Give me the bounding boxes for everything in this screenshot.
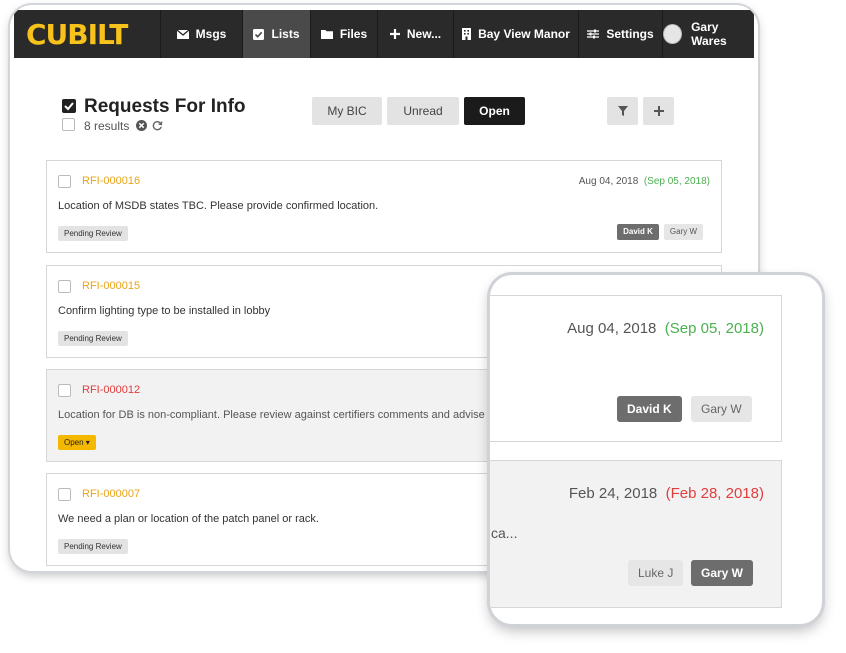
rfi-checkbox[interactable] — [58, 384, 71, 397]
envelope-icon — [176, 29, 189, 39]
rfi-description: Confirm lighting type to be installed in… — [58, 305, 271, 317]
status-badge: Pending Review — [58, 331, 128, 346]
plus-icon — [389, 29, 400, 39]
result-count: 8 results — [84, 119, 130, 133]
zoom-rfi-dates: Aug 04, 2018 (Sep 05, 2018) — [567, 320, 764, 337]
zoom-rfi-date: Feb 24, 2018 — [568, 485, 658, 502]
filter-unread[interactable]: Unread — [387, 97, 459, 125]
rfi-dates: Aug 04, 2018 (Sep 05, 2018) — [579, 176, 710, 187]
filter-open[interactable]: Open — [464, 97, 525, 125]
nav-user-label: Gary Wares — [691, 20, 727, 48]
rfi-card[interactable]: RFI-000016 Aug 04, 2018 (Sep 05, 2018) L… — [46, 160, 722, 253]
cubilt-logo[interactable]: CUBILT — [14, 10, 160, 58]
status-dropdown[interactable]: Open ▾ — [58, 435, 96, 450]
rfi-checkbox[interactable] — [58, 280, 71, 293]
nav-files[interactable]: Files — [310, 10, 377, 58]
rfi-id[interactable]: RFI-000012 — [82, 384, 140, 396]
zoom-assignee-chip: Gary W — [691, 560, 754, 586]
nav-new-label: New... — [406, 27, 442, 41]
title-checkbox-icon — [62, 99, 76, 113]
nav-settings-label: Settings — [606, 27, 654, 41]
status-badge: Pending Review — [58, 539, 128, 554]
filter-button[interactable] — [607, 97, 638, 125]
plus-icon — [653, 106, 664, 116]
building-icon — [462, 28, 472, 40]
nav-new[interactable]: New... — [377, 10, 453, 58]
zoom-rfi-date: Aug 04, 2018 — [567, 320, 657, 337]
rfi-description: We need a plan or location of the patch … — [58, 513, 319, 525]
zoom-rfi-due-date: (Sep 05, 2018) — [664, 320, 764, 337]
assignee-chip: Gary W — [663, 224, 703, 240]
assignee-chip: David K — [617, 224, 659, 240]
nav-project[interactable]: Bay View Manor — [453, 10, 578, 58]
select-all-checkbox[interactable] — [62, 118, 75, 131]
avatar — [663, 24, 683, 44]
rfi-description: Location of MSDB states TBC. Please prov… — [58, 200, 379, 212]
zoom-assignee-chip: Luke J — [628, 560, 684, 586]
add-rfi-button[interactable] — [643, 97, 674, 125]
folder-icon — [320, 30, 333, 39]
filter-my-bic[interactable]: My BIC — [312, 97, 382, 125]
checkbox-icon — [253, 28, 265, 40]
assignee-chips: David K Gary W — [617, 224, 703, 240]
nav-msgs-label: Msgs — [195, 27, 227, 41]
rfi-id[interactable]: RFI-000015 — [82, 280, 140, 292]
top-nav: CUBILT Msgs Lists Files New... Bay View … — [14, 10, 754, 58]
rfi-date: Aug 04, 2018 — [578, 176, 639, 187]
clear-icon[interactable] — [136, 120, 147, 131]
zoom-assignee-chip: David K — [617, 396, 682, 422]
status-badge: Pending Review — [58, 226, 128, 241]
nav-settings[interactable]: Settings — [578, 10, 662, 58]
nav-lists[interactable]: Lists — [242, 10, 310, 58]
sliders-icon — [587, 29, 600, 39]
zoom-callout: Aug 04, 2018 (Sep 05, 2018) David K Gary… — [490, 275, 822, 624]
nav-user[interactable]: Gary Wares — [662, 10, 754, 58]
rfi-due-date: (Sep 05, 2018) — [643, 176, 710, 187]
rfi-id[interactable]: RFI-000016 — [82, 175, 140, 187]
refresh-icon[interactable] — [152, 120, 163, 131]
rfi-description: Location for DB is non-compliant. Please… — [58, 409, 494, 421]
zoom-rfi-card: Feb 24, 2018 (Feb 28, 2018) ca... Luke J… — [490, 460, 782, 608]
zoom-rfi-due-date: (Feb 28, 2018) — [665, 485, 764, 502]
zoom-rfi-dates: Feb 24, 2018 (Feb 28, 2018) — [569, 485, 764, 502]
funnel-icon — [617, 106, 628, 116]
rfi-checkbox[interactable] — [58, 175, 71, 188]
nav-msgs[interactable]: Msgs — [160, 10, 242, 58]
nav-files-label: Files — [339, 27, 368, 41]
zoom-assignee-chip: Gary W — [691, 396, 752, 422]
page-title: Requests For Info — [84, 96, 246, 117]
rfi-id[interactable]: RFI-000007 — [82, 488, 140, 500]
rfi-checkbox[interactable] — [58, 488, 71, 501]
zoom-rfi-card: Aug 04, 2018 (Sep 05, 2018) David K Gary… — [490, 295, 782, 442]
nav-project-label: Bay View Manor — [478, 27, 570, 41]
nav-lists-label: Lists — [271, 27, 300, 41]
zoom-rfi-description: ca... — [491, 525, 518, 541]
